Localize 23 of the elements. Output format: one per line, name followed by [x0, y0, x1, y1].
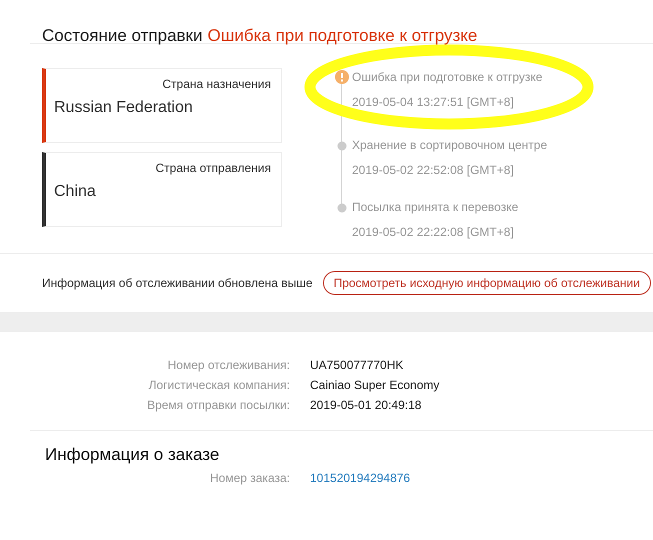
event-text: Посылка принята к перевозке	[352, 200, 520, 215]
field-value: UA750077770HK	[310, 358, 404, 372]
event-text: Хранение в сортировочном центре	[352, 138, 548, 153]
status-value: Ошибка при подготовке к отгрузке	[208, 26, 478, 45]
country-name: Russian Federation	[54, 99, 194, 117]
country-label: Страна отправления	[156, 161, 271, 175]
country-name: China	[54, 183, 97, 201]
status-label: Состояние отправки	[42, 26, 202, 45]
field-label: Время отправки посылки:	[146, 398, 290, 412]
field-value: Cainiao Super Economy	[310, 378, 440, 392]
field-label: Логистическая компания:	[148, 378, 290, 392]
field-value: 2019-05-01 20:49:18	[310, 398, 422, 412]
event-text: Ошибка при подготовке к отгрузке	[352, 70, 544, 85]
event-time: 2019-05-02 22:22:08 [GMT+8]	[352, 225, 515, 239]
order-number-link[interactable]: 101520194294876	[310, 471, 410, 485]
field-label: Номер заказа:	[208, 471, 290, 485]
update-note: Информация об отслеживании обновлена выше	[42, 276, 313, 290]
country-label: Страна назначения	[162, 77, 271, 91]
field-label: Номер отслеживания:	[166, 358, 290, 372]
event-time: 2019-05-04 13:27:51 [GMT+8]	[352, 95, 515, 109]
section-title: Информация о заказе	[44, 445, 220, 465]
view-source-button[interactable]: Просмотреть исходную информацию об отслеживании	[322, 271, 651, 295]
event-time: 2019-05-02 22:52:08 [GMT+8]	[352, 163, 515, 177]
